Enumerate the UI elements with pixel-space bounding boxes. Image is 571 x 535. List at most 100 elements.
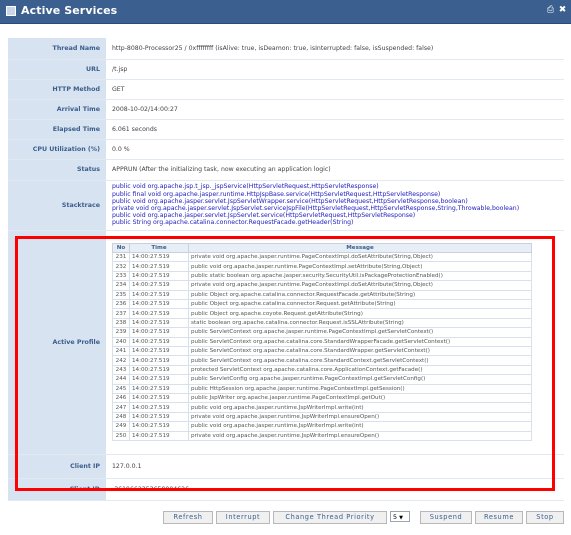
profile-cell-message: private void org.apache.jasper.runtime.J… (188, 411, 532, 423)
profile-cell-time: 14:00:27.519 (129, 261, 189, 272)
profile-cell-no: 244 (112, 374, 130, 385)
change-priority-button[interactable]: Change Thread Priority (273, 511, 387, 524)
profile-row: 244 14:00:27.519 public ServletConfig org.… (112, 374, 532, 385)
profile-cell-message: private void org.apache.jasper.runtime.J… (188, 430, 532, 441)
label-elapsed-time: Elapsed Time (8, 119, 106, 140)
active-profile-table: No Time Message 231 14:00:27.519 private v… (112, 243, 532, 441)
profile-cell-message: private void org.apache.jasper.runtime.P… (188, 280, 532, 291)
profile-row: 249 14:00:27.519 public void org.apache.ja… (112, 421, 532, 432)
profile-row: 235 14:00:27.519 public Object org.apache.… (112, 289, 532, 301)
profile-cell-message: private void org.apache.jasper.runtime.P… (188, 252, 532, 263)
profile-cell-message: public Object org.apache.catalina.connec… (188, 289, 532, 301)
profile-cell-time: 14:00:27.519 (129, 430, 189, 441)
profile-cell-time: 14:00:27.519 (129, 355, 189, 366)
value-active-profile: No Time Message 231 14:00:27.519 private v… (106, 230, 564, 455)
label-client-ip: Client IP (8, 454, 106, 479)
profile-cell-no: 242 (112, 355, 130, 366)
profile-row: 238 14:00:27.519 static boolean org.apache… (112, 317, 532, 329)
label-cpu-utilization: CPU Utilization (%) (8, 139, 106, 160)
profile-cell-time: 14:00:27.519 (129, 299, 189, 310)
profile-row: 241 14:00:27.519 public ServletContext org… (112, 345, 532, 357)
label-http-method: HTTP Method (8, 79, 106, 100)
profile-cell-message: public JspWriter org.apache.jasper.runti… (188, 392, 532, 404)
label-active-profile: Active Profile (8, 230, 106, 455)
value-client-id: -3619662353659004626 (106, 478, 564, 501)
service-details: Thread Name http-8080-Processor25 / 0xff… (8, 38, 564, 535)
stacktrace-line: public String org.apache.catalina.connec… (112, 219, 354, 227)
profile-header-row: No Time Message (112, 243, 532, 254)
profile-cell-time: 14:00:27.519 (129, 374, 189, 385)
profile-row: 237 14:00:27.519 public Object org.apache.… (112, 308, 532, 319)
profile-row: 239 14:00:27.519 public ServletContext org… (112, 327, 532, 338)
value-url: /t.jsp (106, 59, 564, 80)
profile-row: 245 14:00:27.519 public HttpSession org.ap… (112, 383, 532, 394)
label-status: Status (8, 159, 106, 181)
stacktrace-line: private void org.apache.jasper.servlet.J… (112, 205, 520, 212)
row-thread-name: Thread Name http-8080-Processor25 / 0xff… (8, 38, 564, 60)
profile-cell-message: public Object org.apache.catalina.connec… (188, 299, 532, 310)
label-url: URL (8, 59, 106, 80)
row-status: Status APPRUN (After the initializing ta… (8, 159, 564, 181)
profile-cell-message: public static boolean org.apache.jasper.… (188, 270, 532, 282)
stacktrace-line: public void org.apache.jasper.servlet.Js… (112, 197, 468, 205)
label-arrival-time: Arrival Time (8, 99, 106, 120)
properties-table: Thread Name http-8080-Processor25 / 0xff… (8, 38, 564, 501)
profile-cell-no: 247 (112, 402, 130, 413)
action-bar: Refresh Interrupt Change Thread Priority… (0, 511, 571, 525)
profile-cell-message: public HttpSession org.apache.jasper.run… (188, 383, 532, 394)
resume-button[interactable]: Resume (475, 511, 523, 524)
profile-row: 250 14:00:27.519 private void org.apache.j… (112, 430, 532, 441)
profile-cell-message: public void org.apache.jasper.runtime.Js… (188, 421, 532, 432)
profile-cell-time: 14:00:27.519 (129, 421, 189, 432)
profile-row: 240 14:00:27.519 public ServletContext org… (112, 336, 532, 348)
row-stacktrace: Stacktrace public void org.apache.jsp.t_… (8, 180, 564, 231)
label-client-id: Client ID (8, 478, 106, 501)
window-icon (6, 6, 16, 16)
value-status: APPRUN (After the initializing task, now… (106, 159, 564, 181)
interrupt-button[interactable]: Interrupt (216, 511, 270, 524)
value-arrival-time: 2008-10-02/14:00:27 (106, 99, 564, 120)
value-stacktrace: public void org.apache.jsp.t_jsp._jspSer… (106, 180, 564, 231)
window-titlebar: Active Services ⎙ ✖ (0, 0, 571, 24)
profile-cell-time: 14:00:27.519 (129, 383, 189, 394)
profile-cell-no: 250 (112, 430, 130, 441)
profile-row: 233 14:00:27.519 public static boolean org… (112, 270, 532, 282)
close-icon[interactable]: ✖ (558, 6, 567, 15)
profile-cell-time: 14:00:27.519 (129, 411, 189, 423)
profile-cell-time: 14:00:27.519 (129, 336, 189, 348)
value-client-ip: 127.0.0.1 (106, 454, 564, 479)
profile-cell-no: 249 (112, 421, 130, 432)
profile-cell-time: 14:00:27.519 (129, 392, 189, 404)
profile-cell-no: 240 (112, 336, 130, 348)
refresh-button[interactable]: Refresh (163, 511, 213, 524)
profile-cell-time: 14:00:27.519 (129, 270, 189, 282)
profile-cell-time: 14:00:27.519 (129, 317, 189, 329)
profile-cell-message: public void org.apache.jasper.runtime.Pa… (188, 261, 532, 272)
priority-select[interactable]: 5 ▼ (390, 511, 410, 522)
profile-cell-no: 233 (112, 270, 130, 282)
profile-cell-message: public ServletContext org.apache.catalin… (188, 336, 532, 348)
row-cpu-utilization: CPU Utilization (%) 0.0 % (8, 139, 564, 160)
print-icon[interactable]: ⎙ (546, 6, 555, 15)
label-stacktrace: Stacktrace (8, 180, 106, 231)
profile-cell-no: 246 (112, 392, 130, 404)
profile-cell-no: 232 (112, 261, 130, 272)
row-url: URL /t.jsp (8, 59, 564, 80)
profile-cell-time: 14:00:27.519 (129, 252, 189, 263)
profile-cell-no: 236 (112, 299, 130, 310)
row-client-id: Client ID -3619662353659004626 (8, 478, 564, 501)
stop-button[interactable]: Stop (526, 511, 564, 524)
profile-row: 248 14:00:27.519 private void org.apache.j… (112, 411, 532, 423)
profile-cell-time: 14:00:27.519 (129, 327, 189, 338)
profile-cell-time: 14:00:27.519 (129, 402, 189, 413)
value-thread-name: http-8080-Processor25 / 0xffffffff (isAl… (106, 38, 564, 60)
profile-cell-message: protected ServletContext org.apache.cata… (188, 364, 532, 376)
profile-cell-time: 14:00:27.519 (129, 280, 189, 291)
profile-row: 243 14:00:27.519 protected ServletContext … (112, 364, 532, 376)
value-http-method: GET (106, 79, 564, 100)
suspend-button[interactable]: Suspend (420, 511, 472, 524)
row-client-ip: Client IP 127.0.0.1 (8, 454, 564, 479)
profile-cell-no: 238 (112, 317, 130, 329)
profile-row: 247 14:00:27.519 public void org.apache.ja… (112, 402, 532, 413)
profile-cell-no: 243 (112, 364, 130, 376)
